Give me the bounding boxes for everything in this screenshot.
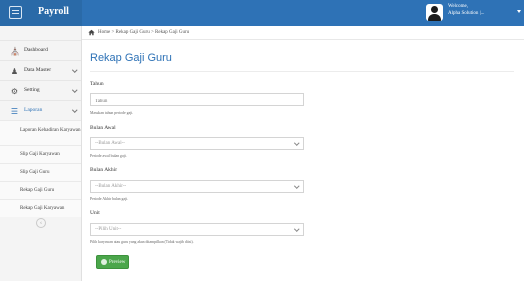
dashboard-icon: ⛪ — [10, 47, 20, 56]
sidebar-subitem-rekap-gaji-karyawan[interactable]: Rekap Gaji Karyawan — [0, 199, 81, 217]
sidebar-submenu-laporan: Laporan Kehadiran Karyawan Slip Gaji Kar… — [0, 120, 81, 217]
app-title: Payroll — [38, 6, 69, 17]
user-icon: ♟ — [10, 67, 19, 76]
sidebar-item-label: Data Master — [24, 67, 52, 73]
avatar — [426, 4, 443, 21]
bulan-akhir-select[interactable]: --Bulan Akhir-- — [90, 180, 304, 193]
book-icon: ☰ — [10, 107, 19, 116]
chevron-down-icon — [293, 183, 299, 189]
sidebar-collapse-button[interactable]: ‹ — [36, 218, 46, 228]
sidebar-item-setting[interactable]: ⚙ Setting — [0, 80, 81, 100]
sidebar-item-laporan[interactable]: ☰ Laporan — [0, 100, 81, 120]
bulan-akhir-help: Periode Akhir bulan gaji. — [90, 197, 129, 201]
bulan-awal-label: Bulan Awal — [90, 125, 116, 131]
caret-down-icon[interactable] — [517, 10, 521, 13]
unit-value: --Pilih Unit-- — [95, 227, 122, 232]
sidebar-subitem-laporan-kehadiran-karyawan[interactable]: Laporan Kehadiran Karyawan — [0, 120, 81, 145]
tahun-label: Tahun — [90, 81, 104, 87]
preview-button-label: Preview — [109, 260, 126, 265]
bulan-akhir-value: --Bulan Akhir-- — [95, 184, 127, 189]
search-icon — [101, 259, 107, 265]
sidebar-item-label: Laporan — [24, 107, 43, 113]
sidebar: ⛪ Dashboard ♟ Data Master ⚙ Setting ☰ La… — [0, 26, 82, 281]
page-title: Rekap Gaji Guru — [90, 52, 172, 64]
bulan-awal-value: --Bulan Awal-- — [95, 141, 125, 146]
sidebar-subitem-rekap-gaji-guru[interactable]: Rekap Gaji Guru — [0, 181, 81, 199]
user-menu[interactable]: Welcome, Alpha Solution |... — [420, 0, 524, 26]
chevron-down-icon — [71, 87, 77, 93]
sidebar-item-label: Dashboard — [24, 47, 48, 53]
app-logo-icon — [9, 6, 22, 19]
divider — [90, 71, 514, 72]
chevron-down-icon — [293, 226, 299, 232]
sidebar-subitem-slip-gaji-karyawan[interactable]: Slip Gaji Karyawan — [0, 145, 81, 163]
bulan-awal-select[interactable]: --Bulan Awal-- — [90, 137, 304, 150]
unit-help: Pilih karyawan atau guru yang akan ditam… — [90, 240, 194, 244]
sidebar-subitem-slip-gaji-guru[interactable]: Slip Gaji Guru — [0, 163, 81, 181]
tahun-input[interactable] — [90, 93, 304, 106]
tahun-help: Masukan tahun periode gaji. — [90, 111, 134, 115]
sidebar-spacer — [0, 26, 81, 40]
unit-label: Unit — [90, 210, 100, 216]
user-greeting: Welcome, Alpha Solution |... — [448, 3, 484, 17]
gears-icon: ⚙ — [10, 87, 19, 96]
sidebar-item-data-master[interactable]: ♟ Data Master — [0, 60, 81, 80]
sidebar-item-label: Setting — [24, 87, 40, 93]
breadcrumb-text[interactable]: Home > Rekap Gaji Guru > Rekap Gaji Guru — [98, 30, 189, 35]
home-icon[interactable] — [88, 29, 95, 36]
chevron-down-icon — [71, 107, 77, 113]
unit-select[interactable]: --Pilih Unit-- — [90, 223, 304, 236]
breadcrumb: Home > Rekap Gaji Guru > Rekap Gaji Guru — [82, 26, 524, 40]
bulan-akhir-label: Bulan Akhir — [90, 167, 118, 173]
user-name: Alpha Solution |... — [448, 11, 485, 16]
bulan-awal-help: Periode awal bulan gaji. — [90, 154, 127, 158]
chevron-down-icon — [293, 140, 299, 146]
user-welcome: Welcome, — [448, 4, 469, 9]
sidebar-item-dashboard[interactable]: ⛪ Dashboard — [0, 40, 81, 60]
preview-button[interactable]: Preview — [96, 255, 129, 269]
top-navbar: Payroll Welcome, Alpha Solution |... — [0, 0, 524, 26]
brand[interactable]: Payroll — [0, 0, 82, 26]
chevron-down-icon — [71, 67, 77, 73]
